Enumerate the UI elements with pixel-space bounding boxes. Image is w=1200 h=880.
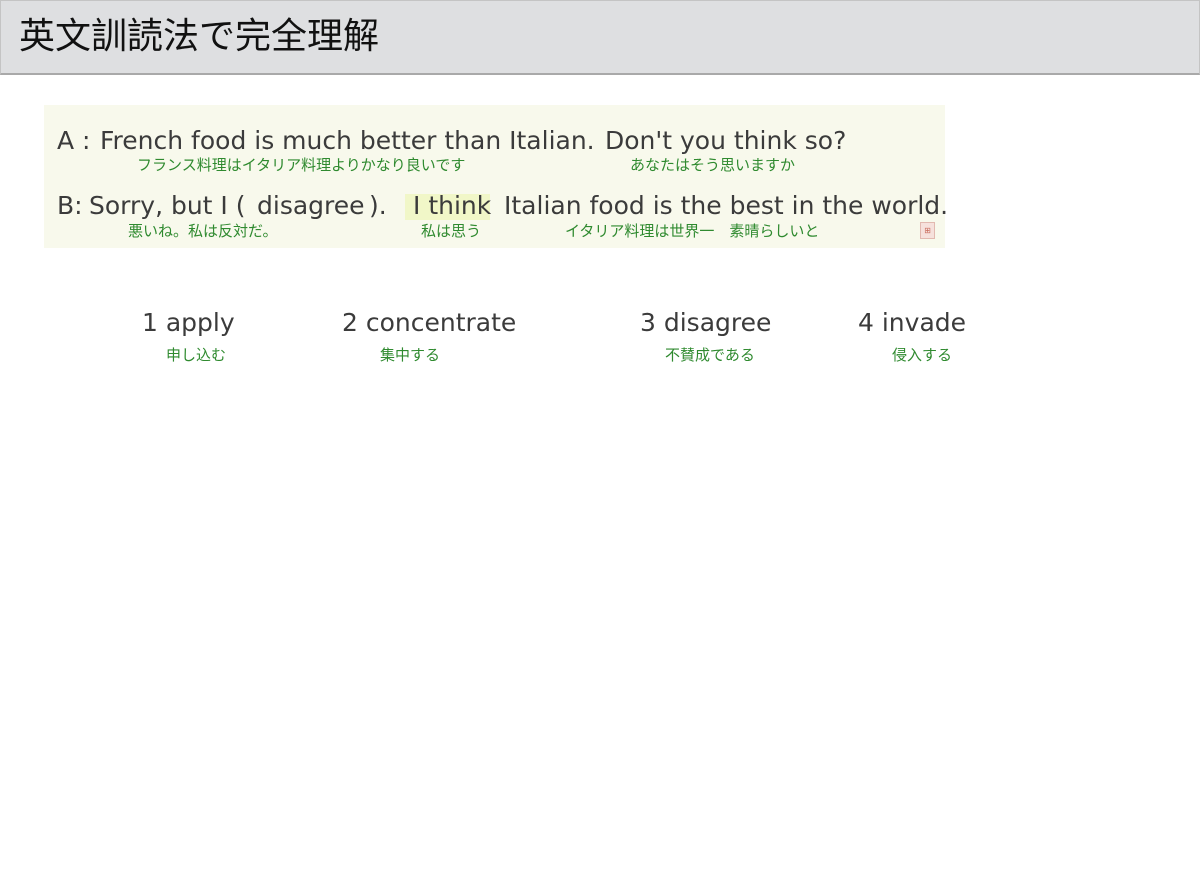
option-1-label: 1 apply [142, 308, 235, 337]
line-a-sentence-2: Don't you think so? [605, 126, 847, 155]
seal-stamp-icon: ⊞ [920, 222, 935, 239]
option-2-gloss: 集中する [380, 346, 441, 364]
line-b-gloss-3: イタリア料理は世界一 素晴らしいと [565, 222, 820, 240]
line-b-gloss-1: 悪いね。私は反対だ。 [128, 222, 278, 240]
option-3-gloss: 不賛成である [665, 346, 755, 364]
line-b-highlight-phrase: I think [413, 191, 492, 220]
option-2-label: 2 concentrate [342, 308, 517, 337]
header-bar: 英文訓読法で完全理解 [0, 0, 1200, 75]
answer-blank: disagree [257, 191, 365, 220]
line-a-gloss-2: あなたはそう思いますか [630, 156, 796, 174]
line-b-part-2: Italian food is the best in the world. [504, 191, 949, 220]
line-a-sentence-1: French food is much better than Italian. [100, 126, 595, 155]
option-4-label: 4 invade [858, 308, 967, 337]
speaker-b-label: B: [57, 191, 83, 220]
option-1-gloss: 申し込む [166, 346, 227, 364]
line-b-close-paren: ). [369, 191, 387, 220]
option-3-label: 3 disagree [640, 308, 772, 337]
line-a-gloss-1: フランス料理はイタリア料理よりかなり良いです [137, 156, 466, 174]
option-4-gloss: 侵入する [892, 346, 953, 364]
page-title: 英文訓読法で完全理解 [19, 16, 380, 57]
line-b-part-1: Sorry, but I ( [89, 191, 246, 220]
line-b-gloss-2: 私は思う [421, 222, 482, 240]
speaker-a-label: A : [57, 126, 91, 155]
